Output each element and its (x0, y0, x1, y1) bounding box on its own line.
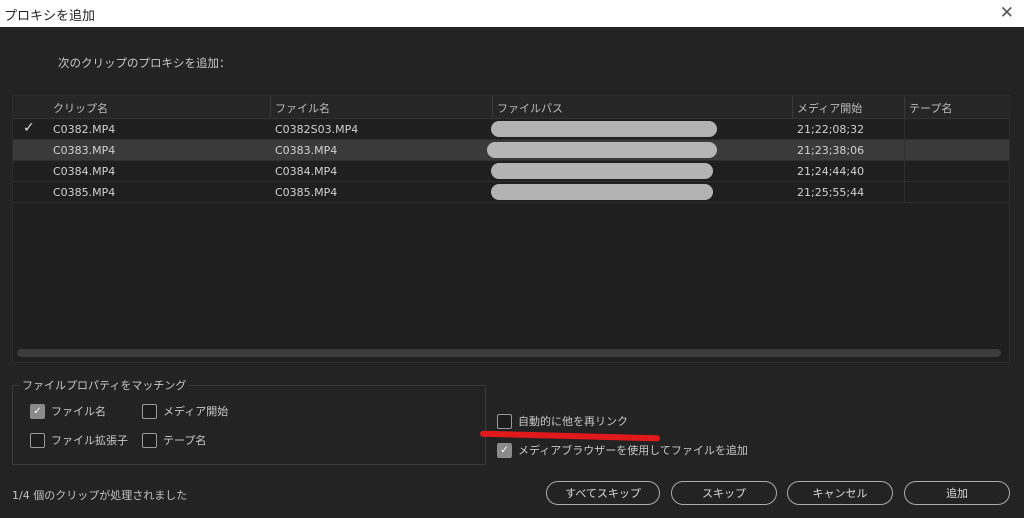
media-start-label: メディア開始 (163, 405, 229, 418)
checkbox-checked-icon[interactable]: ✓ (497, 442, 512, 458)
table-row[interactable]: C0384.MP4 C0384.MP4 21;24;44;40 (13, 161, 1009, 182)
media-browser-label: メディアブラウザーを使用してファイルを追加 (518, 444, 748, 457)
skip-all-button[interactable]: すべてスキップ (546, 481, 660, 505)
check-icon: ✓ (23, 120, 35, 136)
clip-name-cell: C0384.MP4 (53, 165, 116, 178)
window-title: プロキシを追加 (4, 9, 96, 24)
table-row[interactable]: C0383.MP4 C0383.MP4 21;23;38;06 (13, 140, 1009, 161)
media-start-cell: 21;25;55;44 (797, 186, 865, 199)
file-name-cell: C0384.MP4 (275, 165, 338, 178)
checkbox-empty-icon[interactable] (142, 432, 157, 448)
media-start-checkbox[interactable]: メディア開始 (142, 403, 228, 419)
auto-relink-checkbox[interactable]: 自動的に他を再リンク (497, 413, 628, 429)
file-name-cell: C0383.MP4 (275, 144, 338, 157)
redacted-path (487, 142, 717, 158)
table-row[interactable]: ✓ C0382.MP4 C0382S03.MP4 21;22;08;32 (13, 119, 1009, 140)
file-name-cell: C0385.MP4 (275, 186, 338, 199)
redacted-path (491, 184, 713, 200)
file-name-cell: C0382S03.MP4 (275, 123, 359, 136)
horizontal-scrollbar[interactable] (17, 349, 1001, 357)
header-clip-name[interactable]: クリップ名 (53, 100, 108, 116)
checkbox-empty-icon[interactable] (142, 403, 157, 419)
table-row[interactable]: C0385.MP4 C0385.MP4 21;25;55;44 (13, 182, 1009, 203)
dialog-subtitle: 次のクリップのプロキシを追加： (58, 56, 231, 70)
media-start-cell: 21;24;44;40 (797, 165, 865, 178)
header-tape-name[interactable]: テープ名 (909, 100, 952, 116)
media-start-cell: 21;22;08;32 (797, 123, 865, 136)
skip-button[interactable]: スキップ (671, 481, 777, 505)
checkbox-empty-icon[interactable] (30, 432, 45, 448)
clip-name-cell: C0383.MP4 (53, 144, 116, 157)
match-properties-legend: ファイルプロパティをマッチング (20, 377, 189, 393)
tape-name-label: テープ名 (163, 434, 207, 447)
table-header: クリップ名 ファイル名 ファイルパス メディア開始 テープ名 (13, 96, 1009, 119)
add-button[interactable]: 追加 (904, 481, 1010, 505)
media-start-cell: 21;23;38;06 (797, 144, 865, 157)
filename-checkbox[interactable]: ✓ ファイル名 (30, 403, 106, 419)
close-icon[interactable]: ✕ (1000, 3, 1014, 23)
redacted-path (491, 121, 717, 137)
red-underline-annotation (479, 430, 661, 442)
tape-name-checkbox[interactable]: テープ名 (142, 432, 206, 448)
checkbox-checked-icon[interactable]: ✓ (30, 403, 45, 419)
checkbox-empty-icon[interactable] (497, 413, 512, 429)
media-browser-checkbox[interactable]: ✓ メディアブラウザーを使用してファイルを追加 (497, 442, 748, 458)
auto-relink-label: 自動的に他を再リンク (518, 415, 628, 428)
header-file-name[interactable]: ファイル名 (275, 100, 330, 116)
redacted-path (491, 163, 713, 179)
status-text: 1/4 個のクリップが処理されました (12, 489, 188, 502)
clip-name-cell: C0382.MP4 (53, 123, 116, 136)
extension-label: ファイル拡張子 (51, 434, 128, 447)
clip-table: クリップ名 ファイル名 ファイルパス メディア開始 テープ名 ✓ C0382.M… (12, 95, 1010, 363)
filename-label: ファイル名 (51, 405, 106, 418)
header-file-path[interactable]: ファイルパス (497, 100, 563, 116)
cancel-button[interactable]: キャンセル (787, 481, 893, 505)
header-media-start[interactable]: メディア開始 (797, 100, 862, 116)
extension-checkbox[interactable]: ファイル拡張子 (30, 432, 128, 448)
clip-name-cell: C0385.MP4 (53, 186, 116, 199)
title-bar: プロキシを追加 ✕ (0, 0, 1024, 27)
match-properties-group (12, 385, 486, 465)
